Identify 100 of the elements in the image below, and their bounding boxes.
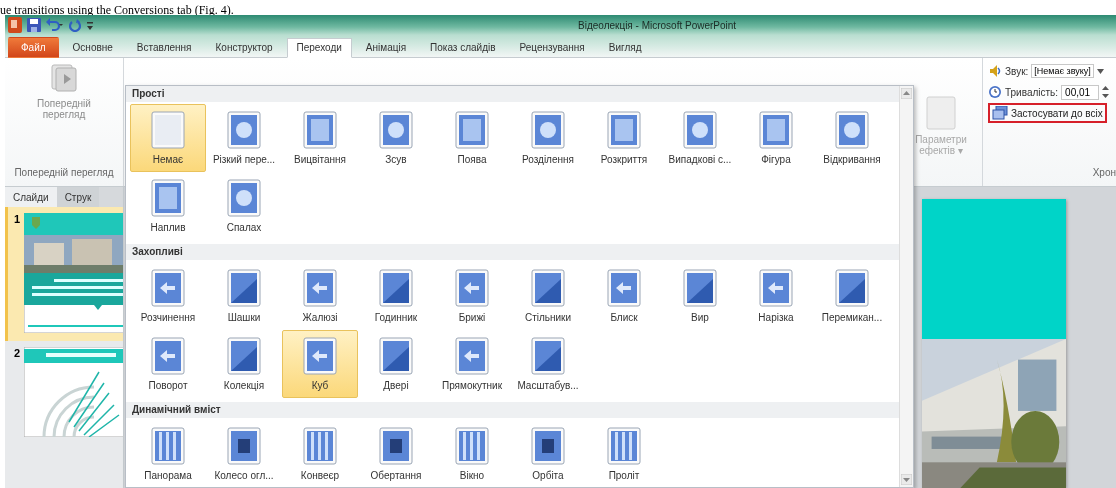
transition-item[interactable]: Обертання [358, 420, 434, 488]
group-label: Попередній перегляд [14, 167, 114, 178]
duration-field[interactable]: 00,01 [1061, 84, 1100, 100]
ribbon-tab[interactable]: Вставлення [126, 38, 202, 58]
transition-item[interactable]: Спалах [206, 172, 282, 240]
transition-item[interactable]: Перемикан... [814, 262, 890, 330]
spinner-arrows-icon[interactable] [1102, 85, 1110, 99]
slides-icon [992, 106, 1008, 120]
transition-item[interactable]: Відкривання [814, 104, 890, 172]
transition-item[interactable]: Розчинення [130, 262, 206, 330]
ribbon-tab[interactable]: Конструктор [205, 38, 283, 58]
apply-to-all-button[interactable]: Застосувати до всіх [988, 103, 1107, 123]
transition-item[interactable]: Шашки [206, 262, 282, 330]
transition-icon [227, 111, 261, 149]
customize-menu-icon[interactable] [86, 19, 94, 31]
transition-item[interactable]: Двері [358, 330, 434, 398]
transition-item[interactable]: Годинник [358, 262, 434, 330]
transition-item[interactable]: Колесо огл... [206, 420, 282, 488]
transition-item[interactable]: Наплив [130, 172, 206, 240]
file-menu-button[interactable]: Файл [8, 37, 59, 58]
transition-icon [607, 427, 641, 465]
slide-number: 1 [14, 213, 21, 227]
gallery-section-header: Захопливі [126, 244, 899, 260]
transition-item[interactable]: Різкий пере... [206, 104, 282, 172]
transition-icon [531, 337, 565, 375]
gallery-section-header: Прості [126, 86, 899, 102]
scroll-down-icon[interactable] [901, 474, 912, 485]
slide-number: 2 [14, 347, 21, 361]
slide-canvas[interactable] [922, 199, 1066, 488]
transition-item[interactable]: Випадкові с... [662, 104, 738, 172]
app-logo-icon[interactable] [8, 17, 22, 33]
transition-icon [379, 269, 413, 307]
transition-item[interactable]: Стільники [510, 262, 586, 330]
redo-icon[interactable] [69, 18, 81, 32]
transition-icon [455, 337, 489, 375]
transition-icon [303, 337, 337, 375]
group-label: Хрон [1092, 167, 1116, 178]
transition-icon [379, 111, 413, 149]
transition-icon [303, 269, 337, 307]
transition-icon [835, 269, 869, 307]
transition-item[interactable]: Куб [282, 330, 358, 398]
transition-item[interactable]: Колекція [206, 330, 282, 398]
transition-item[interactable]: Прямокутник [434, 330, 510, 398]
transition-item[interactable]: Блиск [586, 262, 662, 330]
transition-item[interactable]: Масштабув... [510, 330, 586, 398]
panel-tab[interactable]: Струк [56, 187, 100, 207]
transition-icon [303, 427, 337, 465]
transition-icon [151, 337, 185, 375]
ribbon-tab[interactable]: Основне [62, 38, 123, 58]
transition-item[interactable]: Немає [130, 104, 206, 172]
transition-item[interactable]: Фігура [738, 104, 814, 172]
undo-icon[interactable] [46, 18, 64, 32]
transition-item[interactable]: Розкриття [586, 104, 662, 172]
transition-item[interactable]: Брижі [434, 262, 510, 330]
sound-dropdown[interactable]: [Немає звуку] [1031, 64, 1094, 78]
transition-item[interactable]: Жалюзі [282, 262, 358, 330]
ribbon-tab[interactable]: Показ слайдів [420, 38, 506, 58]
transition-item[interactable]: Поворот [130, 330, 206, 398]
transition-icon [455, 111, 489, 149]
transition-item[interactable]: Зсув [358, 104, 434, 172]
sound-label: Звук: [1005, 65, 1029, 77]
transition-icon [151, 179, 185, 217]
transition-item[interactable]: Орбіта [510, 420, 586, 488]
transition-icon [227, 179, 261, 217]
transition-item[interactable]: Поява [434, 104, 510, 172]
ribbon-tab[interactable]: Вигляд [598, 38, 652, 58]
speaker-icon [988, 64, 1002, 78]
transition-icon [455, 427, 489, 465]
transition-item[interactable]: Вицвітання [282, 104, 358, 172]
transition-icon [379, 427, 413, 465]
transition-item[interactable]: Нарізка [738, 262, 814, 330]
preview-icon [51, 64, 77, 92]
transition-item[interactable]: Розділення [510, 104, 586, 172]
panel-tab[interactable]: Слайди [5, 187, 57, 207]
transition-icon [455, 269, 489, 307]
clock-icon [988, 85, 1002, 99]
transition-item[interactable]: Панорама [130, 420, 206, 488]
transition-item[interactable]: Конвеєр [282, 420, 358, 488]
slide-thumbnail-row[interactable]: 2 [5, 341, 123, 445]
scroll-up-icon[interactable] [901, 88, 912, 99]
ribbon-tab[interactable]: Анімація [355, 38, 417, 58]
duration-label: Тривалість: [1005, 86, 1059, 98]
gallery-section-header: Динамічний вміст [126, 402, 899, 418]
transition-icon [759, 111, 793, 149]
transition-icon [683, 111, 717, 149]
slide-thumbnail-row[interactable]: 1 [5, 207, 123, 341]
transition-icon [151, 427, 185, 465]
dropdown-arrow-icon[interactable] [1096, 68, 1104, 74]
transition-icon [227, 427, 261, 465]
ribbon-tab[interactable]: Переходи [286, 38, 352, 58]
ribbon-tab[interactable]: Рецензування [509, 38, 595, 58]
transition-icon [835, 111, 869, 149]
transition-icon [607, 111, 641, 149]
transition-icon [759, 269, 793, 307]
transition-item[interactable]: Вікно [434, 420, 510, 488]
transition-icon [607, 269, 641, 307]
transition-item[interactable]: Проліт [586, 420, 662, 488]
save-icon[interactable] [27, 18, 41, 32]
transition-item[interactable]: Вир [662, 262, 738, 330]
transition-icon [379, 337, 413, 375]
